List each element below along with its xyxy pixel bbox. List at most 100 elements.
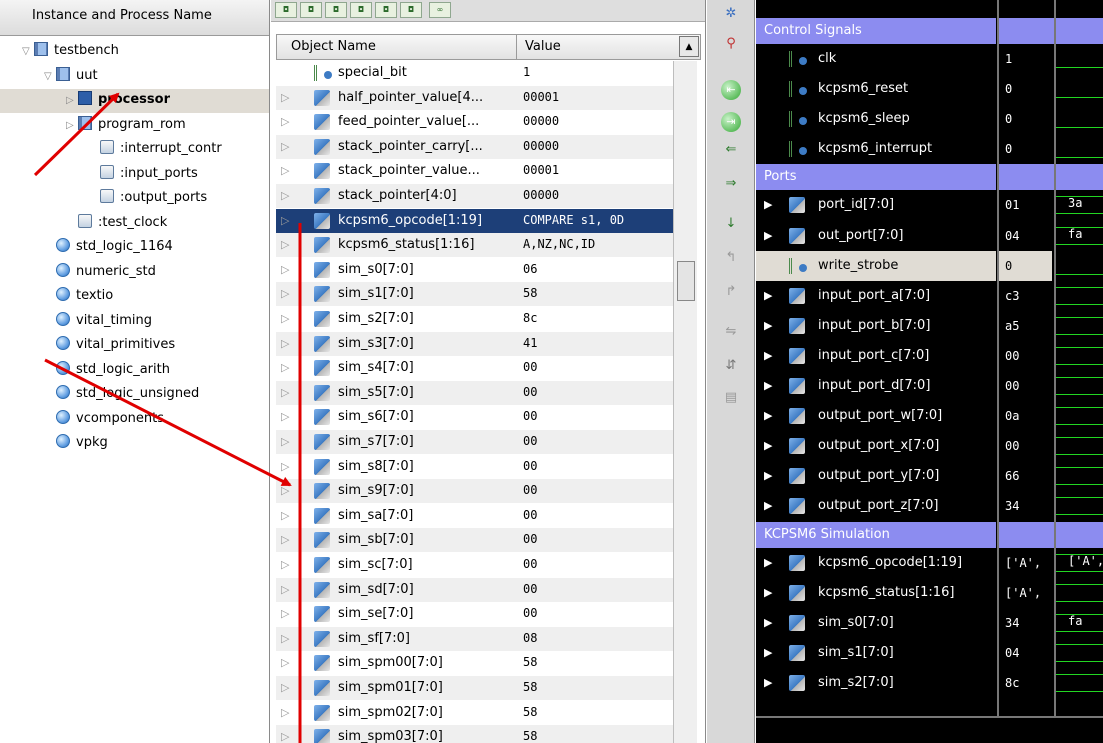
expand-arrow-icon[interactable]: ▶ — [764, 190, 772, 220]
expand-arrow-icon[interactable]: ▶ — [764, 341, 772, 371]
expand-arrow-icon[interactable]: ▷ — [281, 528, 289, 551]
expand-arrow-icon[interactable]: ▶ — [764, 608, 772, 638]
wave-signal-row[interactable]: write_strobe — [756, 250, 996, 281]
expand-arrow-icon[interactable]: ▷ — [281, 651, 289, 674]
tree-item[interactable]: std_logic_unsigned — [0, 383, 269, 407]
object-row[interactable]: ▷ sim_s4[7:0] 00 — [276, 356, 673, 380]
object-row[interactable]: ▷ sim_sd[7:0] 00 — [276, 577, 673, 602]
object-row[interactable]: ▷ stack_pointer[4:0] 00000 — [276, 184, 673, 208]
object-row[interactable]: ▷ stack_pointer_carry[... 00000 — [276, 134, 673, 159]
expand-arrow-icon[interactable]: ▷ — [281, 282, 289, 305]
expand-arrow-icon[interactable]: ▷ — [281, 209, 289, 232]
wave-signal-row[interactable]: ▶ input_port_b[7:0] — [756, 311, 996, 341]
filter-inout-icon[interactable]: ◘ — [325, 2, 347, 18]
expand-arrow-icon[interactable]: ▷ — [281, 332, 289, 355]
object-row[interactable]: ▷ kcpsm6_status[1:16] A,NZ,NC,ID — [276, 233, 673, 258]
filter-output-icon[interactable]: ◘ — [300, 2, 322, 18]
expand-arrow-icon[interactable]: ▶ — [764, 548, 772, 578]
wave-signal-row[interactable]: kcpsm6_sleep — [756, 104, 996, 134]
expander-triangle-icon[interactable]: ▽ — [22, 41, 34, 63]
instance-pane-header[interactable]: Instance and Process Name — [0, 0, 269, 36]
next-marker-icon[interactable]: ↱ — [721, 282, 741, 302]
expand-arrow-icon[interactable]: ▷ — [281, 676, 289, 699]
expand-arrow-icon[interactable]: ▷ — [281, 184, 289, 207]
object-row[interactable]: ▷ sim_s3[7:0] 41 — [276, 331, 673, 356]
wave-group-header[interactable]: KCPSM6 Simulation — [756, 521, 996, 548]
wave-signal-row[interactable]: ▶ input_port_c[7:0] — [756, 341, 996, 371]
wave-signal-row[interactable]: kcpsm6_reset — [756, 74, 996, 104]
expander-triangle-icon[interactable]: ▷ — [66, 90, 78, 112]
tree-item[interactable]: :interrupt_contr — [0, 138, 269, 162]
expand-arrow-icon[interactable]: ▷ — [281, 725, 289, 743]
expand-arrow-icon[interactable]: ▶ — [764, 668, 772, 698]
grid-icon[interactable]: ▤ — [721, 388, 741, 408]
wave-signal-row[interactable]: ▶ sim_s1[7:0] — [756, 638, 996, 668]
objects-scrollbar-thumb[interactable] — [677, 261, 695, 301]
expand-arrow-icon[interactable]: ▷ — [281, 307, 289, 330]
expand-arrow-icon[interactable]: ▷ — [281, 602, 289, 625]
object-row[interactable]: ▷ sim_spm02[7:0] 58 — [276, 701, 673, 725]
object-row[interactable]: ▷ sim_sa[7:0] 00 — [276, 504, 673, 528]
object-row[interactable]: ▷ stack_pointer_value... 00001 — [276, 159, 673, 183]
expand-arrow-icon[interactable]: ▷ — [281, 504, 289, 527]
wave-signal-row[interactable]: ▶ output_port_y[7:0] — [756, 461, 996, 491]
swap-cursors-icon[interactable]: ⇋ — [721, 322, 741, 342]
wave-signal-row[interactable]: ▶ output_port_w[7:0] — [756, 401, 996, 431]
expand-arrow-icon[interactable]: ▷ — [281, 110, 289, 133]
wave-signal-row[interactable]: ▶ kcpsm6_opcode[1:19] — [756, 548, 996, 578]
expand-arrow-icon[interactable]: ▷ — [281, 159, 289, 182]
expand-arrow-icon[interactable]: ▶ — [764, 431, 772, 461]
wave-signal-row[interactable]: ▶ input_port_d[7:0] — [756, 371, 996, 401]
object-row[interactable]: ▷ kcpsm6_opcode[1:19] COMPARE s1, 0D — [276, 208, 673, 233]
object-row[interactable]: ▷ sim_se[7:0] 00 — [276, 602, 673, 626]
filter-variable-icon[interactable]: ◘ — [400, 2, 422, 18]
tree-item[interactable]: vital_timing — [0, 310, 269, 334]
expand-arrow-icon[interactable]: ▷ — [281, 233, 289, 256]
link-icon[interactable]: ∞ — [429, 2, 451, 18]
wave-signal-row[interactable]: ▶ out_port[7:0] — [756, 221, 996, 251]
wave-signal-row[interactable]: kcpsm6_interrupt — [756, 134, 996, 164]
tree-item[interactable]: ▽ uut — [0, 65, 269, 89]
zoom-fit-icon[interactable]: ✲ — [721, 4, 741, 24]
expand-arrow-icon[interactable]: ▶ — [764, 371, 772, 401]
expand-arrow-icon[interactable]: ▷ — [281, 135, 289, 158]
previous-transition-icon[interactable]: ⇐ — [721, 140, 741, 160]
wave-signal-row[interactable]: ▶ port_id[7:0] — [756, 190, 996, 220]
expand-arrow-icon[interactable]: ▶ — [764, 461, 772, 491]
object-row[interactable]: ▷ sim_spm03[7:0] 58 — [276, 725, 673, 743]
object-row[interactable]: ▷ sim_s5[7:0] 00 — [276, 380, 673, 405]
object-row[interactable]: ▷ sim_spm01[7:0] 58 — [276, 676, 673, 700]
tree-item[interactable]: :test_clock — [0, 212, 269, 236]
wave-signal-row[interactable]: clk — [756, 44, 996, 74]
go-to-start-icon[interactable]: ⇤ — [721, 80, 741, 100]
filter-input-icon[interactable]: ◘ — [275, 2, 297, 18]
tree-item[interactable]: ▷ program_rom — [0, 114, 269, 138]
tree-item[interactable]: vcomponents — [0, 408, 269, 432]
expand-arrow-icon[interactable]: ▷ — [281, 86, 289, 109]
expand-arrow-icon[interactable]: ▷ — [281, 701, 289, 724]
previous-marker-icon[interactable]: ↰ — [721, 248, 741, 268]
expand-arrow-icon[interactable]: ▶ — [764, 401, 772, 431]
wave-signal-row[interactable]: ▶ sim_s0[7:0] — [756, 608, 996, 638]
object-row[interactable]: ▷ sim_s1[7:0] 58 — [276, 282, 673, 307]
expand-arrow-icon[interactable]: ▷ — [281, 430, 289, 453]
add-marker-icon[interactable]: ↓ — [721, 214, 741, 234]
expand-arrow-icon[interactable]: ▶ — [764, 221, 772, 251]
object-row[interactable]: ▷ sim_s0[7:0] 06 — [276, 258, 673, 282]
tree-item[interactable]: std_logic_1164 — [0, 236, 269, 260]
expand-arrow-icon[interactable]: ▷ — [281, 479, 289, 502]
wave-horizontal-scrollbar[interactable] — [756, 716, 1103, 743]
expander-triangle-icon[interactable]: ▷ — [66, 115, 78, 137]
object-row[interactable]: ▷ sim_s7[7:0] 00 — [276, 430, 673, 454]
object-row[interactable]: ▷ sim_s2[7:0] 8c — [276, 307, 673, 331]
tree-item[interactable]: ▽ testbench — [0, 40, 269, 64]
object-row[interactable]: ▷ sim_s6[7:0] 00 — [276, 405, 673, 429]
object-row[interactable]: ▷ sim_sc[7:0] 00 — [276, 553, 673, 577]
object-row[interactable]: ▷ sim_sb[7:0] 00 — [276, 528, 673, 553]
filter-internal-icon[interactable]: ◘ — [350, 2, 372, 18]
expand-arrow-icon[interactable]: ▷ — [281, 553, 289, 576]
column-header-value[interactable]: Value — [517, 35, 561, 59]
objects-scrollbar[interactable] — [673, 61, 697, 743]
expand-arrow-icon[interactable]: ▷ — [281, 455, 289, 478]
tree-item[interactable]: textio — [0, 285, 269, 309]
